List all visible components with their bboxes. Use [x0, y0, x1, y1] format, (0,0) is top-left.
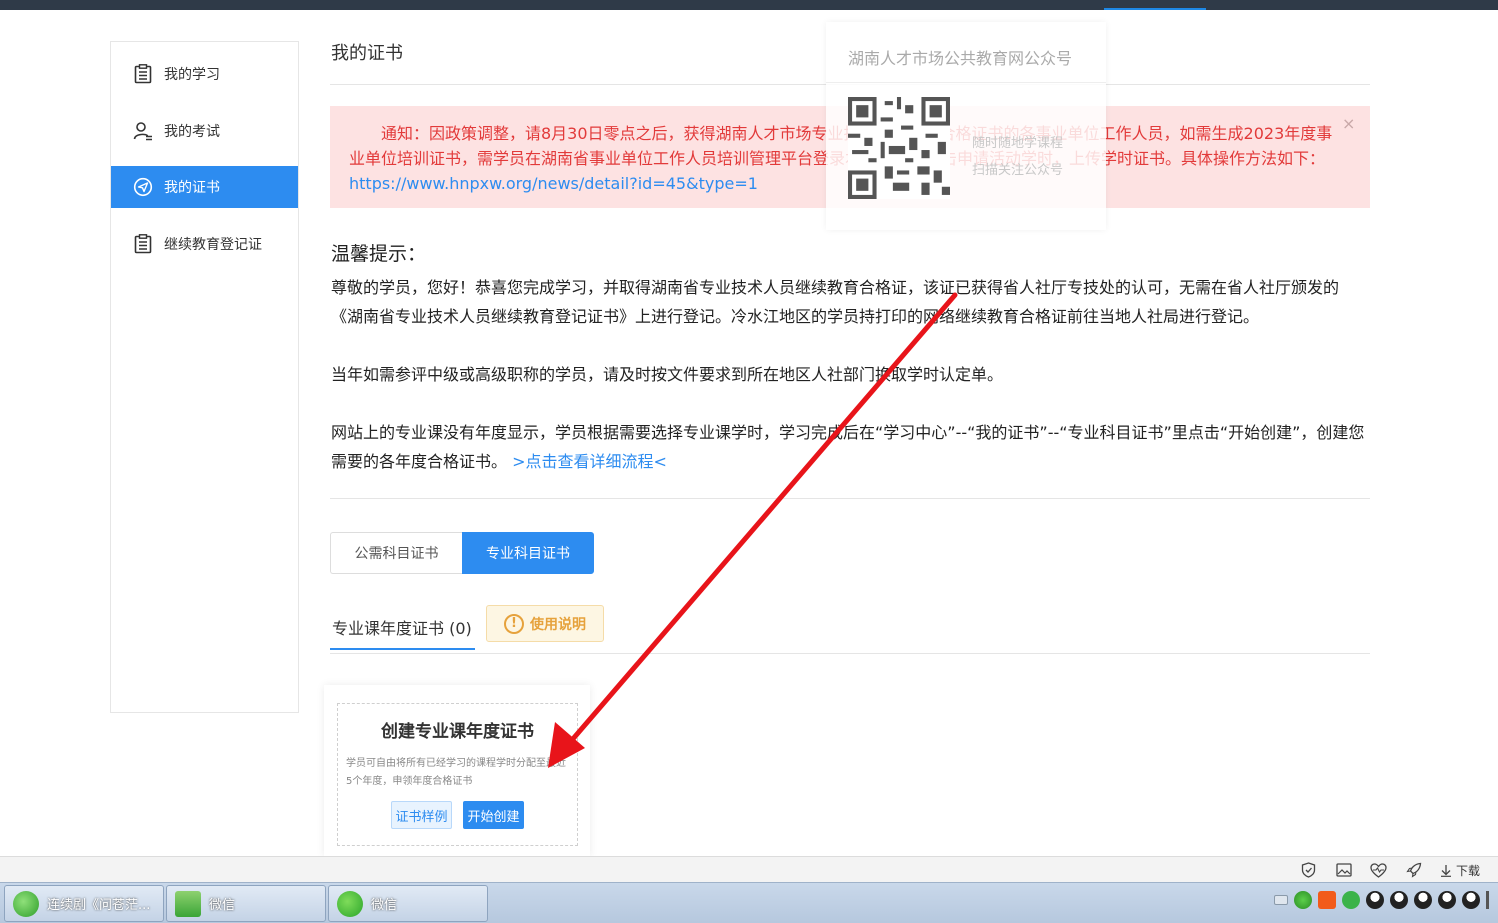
send-icon — [133, 177, 153, 197]
tips-paragraph: 网站上的专业课没有年度显示，学员根据需要选择专业课学时，学习完成后在“学习中心”… — [331, 418, 1366, 476]
warning-icon: ! — [504, 613, 524, 634]
qq-icon[interactable] — [1366, 891, 1384, 909]
security-icon[interactable] — [1294, 891, 1312, 909]
usage-guide-label: 使用说明 — [530, 616, 586, 633]
keyboard-icon[interactable] — [1274, 895, 1288, 905]
tips-content: 尊敬的学员，您好！恭喜您完成学习，并取得湖南省专业技术人员继续教育合格证，该证已… — [331, 273, 1366, 505]
sogou-input-icon[interactable] — [1318, 891, 1336, 909]
sidebar-item-my-certificate[interactable]: 我的证书 — [111, 166, 298, 208]
sidebar-item-label: 我的学习 — [164, 67, 220, 83]
taskbar-item-label: 连续剧《问苍茫... — [47, 898, 151, 913]
sidebar-item-label: 继续教育登记证 — [164, 237, 262, 253]
card-border: 创建专业课年度证书 学员可自由将所有已经学习的课程学时分配至最近5个年度，申领年… — [337, 703, 578, 846]
wechat-tray-icon[interactable] — [1342, 891, 1360, 909]
close-icon[interactable]: × — [1342, 114, 1355, 133]
card-description: 学员可自由将所有已经学习的课程学时分配至最近5个年度，申领年度合格证书 — [346, 758, 566, 787]
usage-guide-button[interactable]: ! 使用说明 — [486, 605, 604, 642]
taskbar-item-browser[interactable]: 连续剧《问苍茫... — [4, 885, 164, 922]
qq-icon[interactable] — [1462, 891, 1480, 909]
card-title: 创建专业课年度证书 — [381, 722, 534, 742]
sidebar-item-my-exam[interactable]: 我的考试 — [111, 110, 298, 152]
tips-paragraph: 尊敬的学员，您好！恭喜您完成学习，并取得湖南省专业技术人员继续教育合格证，该证已… — [331, 278, 1340, 326]
clipboard-icon — [133, 234, 153, 254]
divider — [826, 82, 1106, 83]
divider — [330, 653, 1370, 654]
shield-icon[interactable] — [1300, 861, 1318, 879]
rocket-icon[interactable] — [1405, 861, 1423, 879]
qr-subtitle: 随时随地学课程 — [972, 136, 1064, 151]
system-tray — [1274, 891, 1498, 909]
certificate-sample-button[interactable]: 证书样例 — [391, 801, 452, 829]
tab-public-certificate[interactable]: 公需科目证书 — [330, 532, 462, 574]
download-button[interactable]: 下载 — [1440, 862, 1480, 879]
clipboard-icon — [133, 64, 153, 84]
sidebar-item-label: 我的考试 — [164, 124, 220, 140]
browser-status-bar: 下载 — [0, 856, 1498, 882]
page-title: 我的证书 — [331, 43, 403, 64]
start-create-button[interactable]: 开始创建 — [463, 801, 524, 829]
browser-top-bar — [0, 0, 1498, 10]
wechat-icon — [337, 890, 363, 917]
heart-rate-icon[interactable] — [1370, 861, 1388, 879]
download-label: 下载 — [1455, 863, 1480, 878]
divider — [330, 498, 1370, 499]
detail-process-link[interactable]: >点击查看详细流程< — [512, 452, 667, 471]
taskbar-item-label: 微信 — [209, 898, 236, 913]
create-certificate-card: 创建专业课年度证书 学员可自由将所有已经学习的课程学时分配至最近5个年度，申领年… — [324, 685, 590, 857]
qr-popup: 湖南人才市场公共教育网公众号 随时随地学课程 扫描关注公众号 — [826, 22, 1106, 230]
tips-text: 网站上的专业课没有年度显示，学员根据需要选择专业课学时，学习完成后在“学习中心”… — [331, 423, 1365, 471]
user-list-icon — [133, 121, 153, 141]
tab-annual-certificate[interactable]: 专业课年度证书 (0) — [330, 612, 475, 650]
volume-icon[interactable] — [1486, 891, 1494, 909]
notice-link[interactable]: https://www.hnpxw.org/news/detail?id=45&… — [349, 174, 758, 193]
active-tab-indicator — [1104, 8, 1206, 10]
browser-app-icon — [13, 890, 39, 917]
image-icon[interactable] — [1335, 861, 1353, 879]
qq-icon[interactable] — [1414, 891, 1432, 909]
qr-code-icon — [848, 97, 950, 199]
tips-title: 温馨提示： — [331, 243, 427, 265]
sidebar-item-my-study[interactable]: 我的学习 — [111, 53, 298, 95]
qr-subtitle: 扫描关注公众号 — [972, 163, 1064, 178]
qq-icon[interactable] — [1438, 891, 1456, 909]
download-icon — [1440, 864, 1451, 877]
windows-taskbar: 连续剧《问苍茫... 微信 微信 — [0, 882, 1498, 923]
taskbar-item-wechat-2[interactable]: 微信 — [328, 885, 488, 922]
tab-professional-certificate[interactable]: 专业科目证书 — [462, 532, 594, 574]
qq-icon[interactable] — [1390, 891, 1408, 909]
sidebar-item-registration[interactable]: 继续教育登记证 — [111, 223, 298, 265]
tips-paragraph: 当年如需参评中级或高级职称的学员，请及时按文件要求到所在地区人社部门换取学时认定… — [331, 365, 1004, 384]
taskbar-item-label: 微信 — [371, 898, 398, 913]
wechat-window-icon — [175, 890, 201, 917]
qr-popup-title: 湖南人才市场公共教育网公众号 — [848, 49, 1073, 68]
taskbar-item-wechat-1[interactable]: 微信 — [166, 885, 326, 922]
sidebar-item-label: 我的证书 — [164, 180, 220, 196]
sidebar: 我的学习 我的考试 我的证书 继续教育登记证 — [110, 41, 299, 713]
